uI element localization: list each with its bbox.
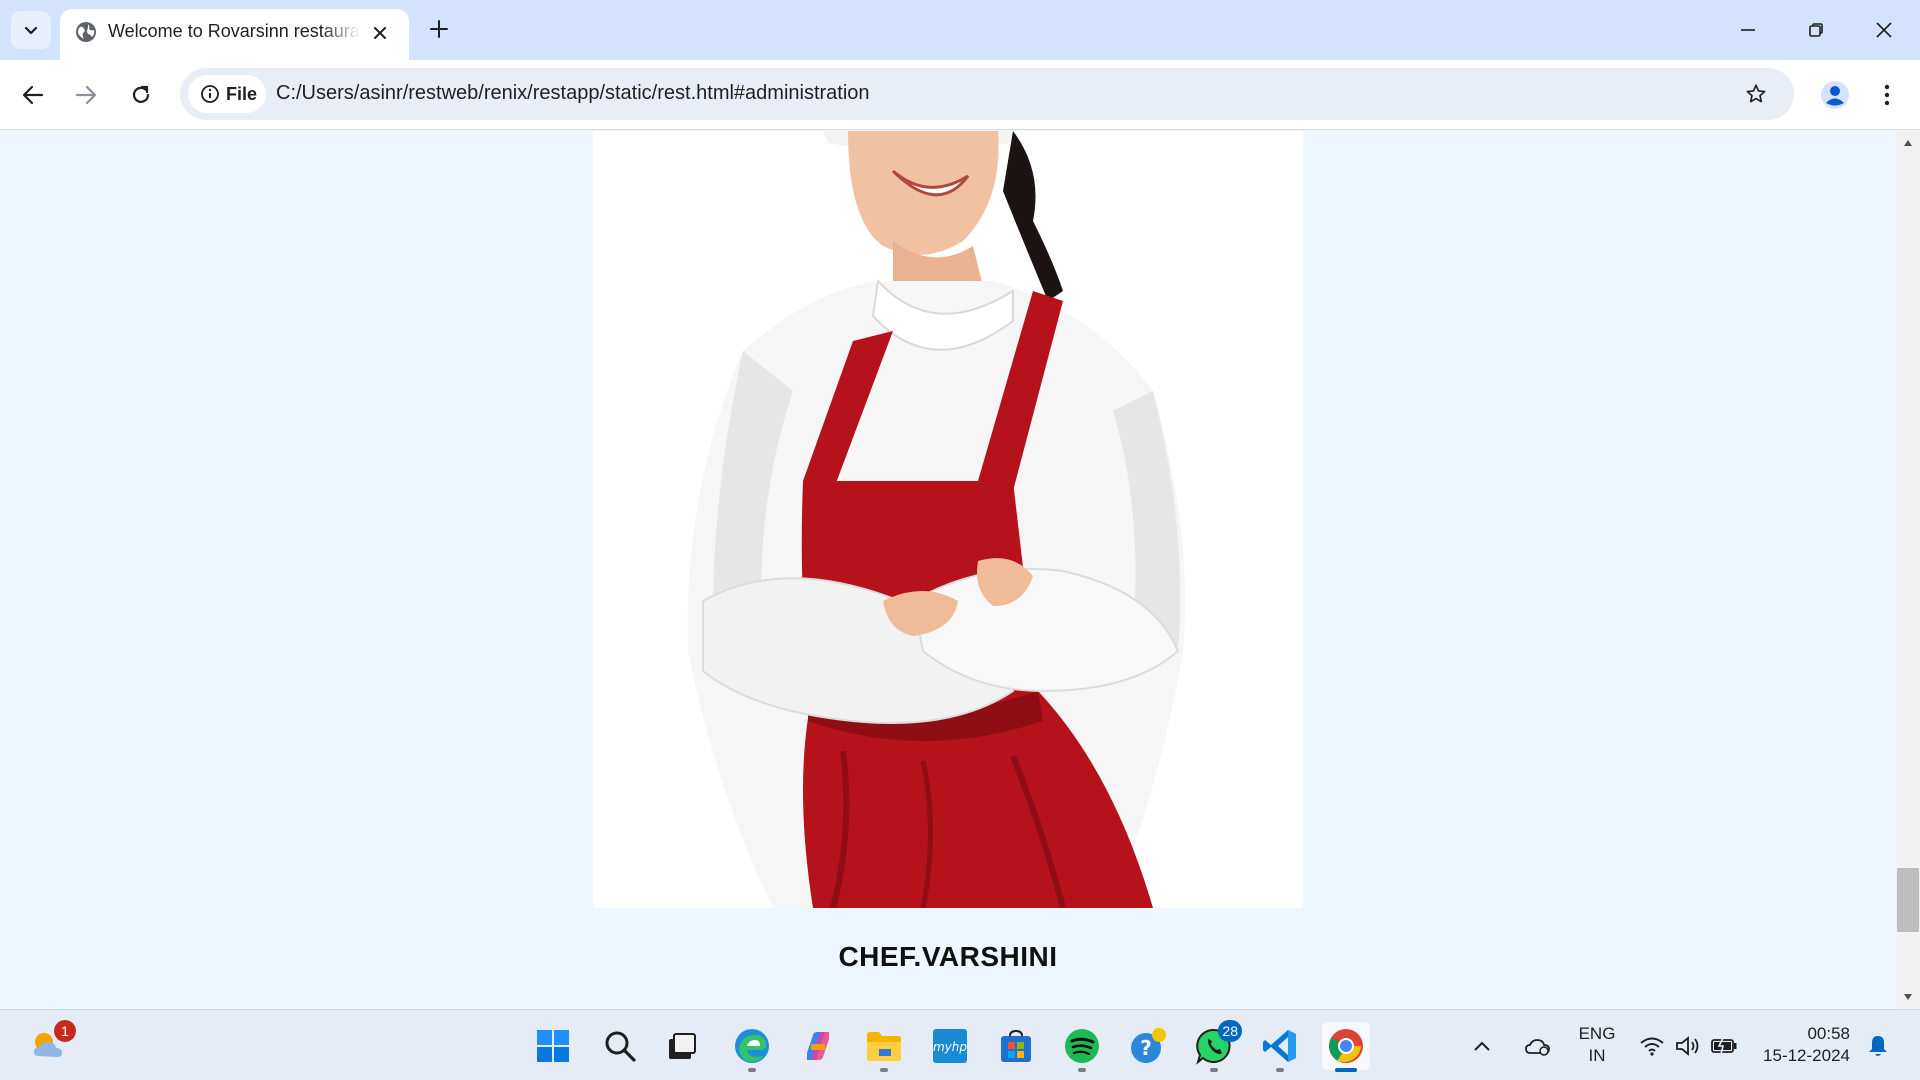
browser-tab-strip: Welcome to Rovarsinn restaurant <box>0 0 1920 60</box>
scroll-up-arrow[interactable] <box>1896 133 1920 153</box>
chevron-down-icon <box>1904 994 1912 1000</box>
clock-time: 00:58 <box>1807 1024 1850 1043</box>
region-code: IN <box>1588 1046 1606 1065</box>
profile-button[interactable] <box>1815 75 1855 115</box>
star-icon <box>1746 84 1766 103</box>
task-view-icon <box>669 1033 696 1059</box>
whatsapp-badge: 28 <box>1218 1020 1242 1042</box>
chevron-up-icon <box>1474 1041 1490 1051</box>
info-icon <box>201 85 219 103</box>
forward-button[interactable] <box>67 76 105 114</box>
weather-badge: 1 <box>54 1020 76 1042</box>
site-chip-label: File <box>226 83 258 104</box>
language-code: ENG <box>1578 1024 1616 1043</box>
scroll-thumb[interactable] <box>1897 868 1919 932</box>
chef-name: CHEF.VARSHINI <box>838 941 1058 972</box>
windows-taskbar: 1 myhp ? 28 ENG IN 00:58 15-12-2024 <box>0 1009 1920 1080</box>
taskbar-myhp[interactable]: myhp <box>926 1022 974 1070</box>
reload-icon <box>132 85 150 103</box>
store-icon <box>1001 1029 1031 1062</box>
taskbar-search-button[interactable] <box>596 1022 644 1070</box>
taskbar-whatsapp[interactable]: 28 <box>1190 1020 1242 1072</box>
help-icon: ? <box>1131 1028 1166 1063</box>
onedrive-tray-icon[interactable] <box>1520 1022 1556 1070</box>
new-tab-button[interactable] <box>422 12 456 46</box>
page-viewport: CHEF.VARSHINI <box>0 131 1896 1009</box>
close-icon <box>1876 22 1892 38</box>
chef-photo <box>593 131 1303 908</box>
file-explorer-icon <box>867 1032 901 1061</box>
search-icon <box>605 1031 636 1062</box>
url-text[interactable]: C:/Users/asinr/restweb/renix/restapp/sta… <box>276 82 870 105</box>
battery-tray-icon[interactable] <box>1708 1022 1740 1070</box>
notifications-button[interactable] <box>1862 1022 1894 1070</box>
more-vert-icon <box>1884 84 1890 106</box>
show-hidden-icons-button[interactable] <box>1466 1022 1498 1070</box>
running-indicator <box>1210 1068 1218 1072</box>
bell-icon <box>1869 1036 1887 1056</box>
svg-text:myhp: myhp <box>933 1040 967 1054</box>
taskbar-store[interactable] <box>992 1022 1040 1070</box>
task-view-button[interactable] <box>658 1022 706 1070</box>
tab-search-icon <box>24 26 38 35</box>
start-button[interactable] <box>529 1022 577 1070</box>
back-icon <box>22 85 44 105</box>
close-icon <box>374 27 386 39</box>
plus-icon <box>430 20 448 38</box>
volume-icon <box>1676 1036 1699 1056</box>
volume-tray-icon[interactable] <box>1672 1022 1704 1070</box>
active-tab[interactable]: Welcome to Rovarsinn restaurant <box>60 9 409 60</box>
reload-button[interactable] <box>122 76 160 114</box>
running-indicator <box>1078 1068 1086 1072</box>
windows-start-icon <box>537 1030 569 1062</box>
vscode-icon <box>1263 1030 1296 1062</box>
edge-icon <box>735 1029 769 1063</box>
minimize-icon <box>1741 29 1755 31</box>
running-indicator <box>880 1068 888 1072</box>
profile-icon <box>1821 81 1849 109</box>
back-button[interactable] <box>14 76 52 114</box>
tab-search-button[interactable] <box>11 11 51 49</box>
browser-menu-button[interactable] <box>1870 75 1904 115</box>
tab-title: Welcome to Rovarsinn restaurant <box>108 21 360 41</box>
wifi-icon <box>1640 1037 1664 1056</box>
copilot-icon <box>807 1032 829 1060</box>
address-bar[interactable]: File C:/Users/asinr/restweb/renix/restap… <box>180 68 1794 120</box>
running-indicator <box>748 1068 756 1072</box>
close-window-button[interactable] <box>1850 0 1918 60</box>
scroll-down-arrow[interactable] <box>1896 987 1920 1007</box>
onedrive-icon <box>1525 1039 1550 1056</box>
taskbar-chrome[interactable] <box>1322 1022 1370 1072</box>
taskbar-spotify[interactable] <box>1058 1022 1106 1072</box>
svg-text:?: ? <box>1140 1036 1152 1060</box>
running-indicator <box>1335 1068 1357 1072</box>
spotify-icon <box>1065 1029 1099 1063</box>
globe-icon <box>76 22 96 42</box>
restore-icon <box>1809 23 1823 37</box>
restore-button[interactable] <box>1782 0 1850 60</box>
taskbar-edge[interactable] <box>728 1022 776 1072</box>
clock-date: 15-12-2024 <box>1763 1046 1850 1065</box>
taskbar-copilot[interactable] <box>794 1022 842 1070</box>
myhp-icon: myhp <box>933 1029 967 1063</box>
language-indicator[interactable]: ENG IN <box>1572 1023 1622 1067</box>
forward-icon <box>75 85 97 105</box>
vertical-scrollbar[interactable] <box>1896 131 1920 1009</box>
weather-widget[interactable]: 1 <box>24 1020 76 1070</box>
minimize-button[interactable] <box>1714 0 1782 60</box>
tab-close-button[interactable] <box>366 19 394 47</box>
running-indicator <box>1276 1068 1284 1072</box>
browser-toolbar: File C:/Users/asinr/restweb/renix/restap… <box>0 60 1920 130</box>
taskbar-file-explorer[interactable] <box>860 1022 908 1072</box>
battery-icon <box>1711 1037 1737 1055</box>
chevron-up-icon <box>1904 140 1912 146</box>
wifi-tray-icon[interactable] <box>1636 1022 1668 1070</box>
site-info-chip[interactable]: File <box>188 75 266 113</box>
clock[interactable]: 00:58 15-12-2024 <box>1752 1023 1850 1067</box>
taskbar-get-help[interactable]: ? <box>1124 1022 1172 1070</box>
taskbar-vscode[interactable] <box>1256 1022 1304 1072</box>
chrome-icon <box>1329 1029 1363 1063</box>
bookmark-button[interactable] <box>1738 76 1774 112</box>
